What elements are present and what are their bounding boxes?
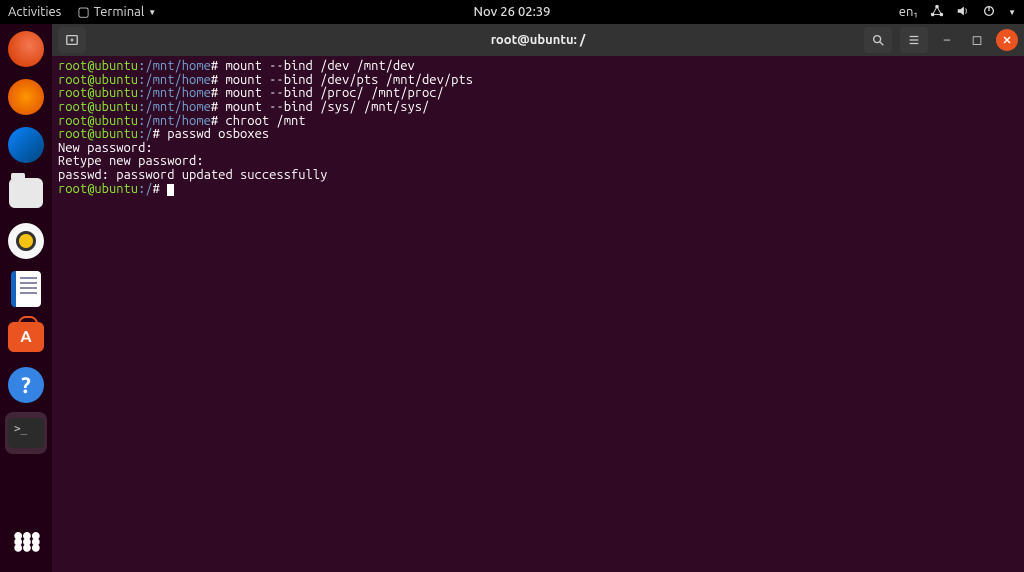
- thunderbird-icon: [8, 127, 44, 163]
- terminal-icon: >_: [8, 418, 44, 448]
- command-text: mount --bind /sys/ /mnt/sys/: [225, 100, 429, 114]
- input-source-indicator[interactable]: en₁: [899, 5, 918, 19]
- dock-writer[interactable]: [5, 268, 47, 310]
- prompt-user: root@ubuntu: [58, 100, 138, 114]
- window-titlebar: root@ubuntu: / – ◻: [52, 24, 1024, 56]
- maximize-button[interactable]: ◻: [966, 29, 988, 51]
- system-menu-chevron-icon[interactable]: ▼: [1008, 8, 1016, 17]
- prompt-path: :/: [138, 182, 153, 196]
- hamburger-menu-button[interactable]: [900, 27, 928, 53]
- ubuntu-logo-icon: [8, 31, 44, 67]
- dock-rhythmbox[interactable]: [5, 220, 47, 262]
- terminal-line: passwd: password updated successfully: [58, 169, 1018, 183]
- ubuntu-software-icon: [8, 322, 44, 352]
- dock: ? >_ ●●●●●●●●●: [0, 24, 52, 572]
- dock-help[interactable]: ?: [5, 364, 47, 406]
- cursor: [167, 184, 174, 196]
- prompt-path: :/: [138, 127, 153, 141]
- rhythmbox-icon: [8, 223, 44, 259]
- terminal-line: root@ubuntu:/mnt/home# mount --bind /dev…: [58, 60, 1018, 74]
- minimize-button[interactable]: –: [936, 29, 958, 51]
- clock[interactable]: Nov 26 02:39: [474, 5, 551, 19]
- dock-terminal[interactable]: >_: [5, 412, 47, 454]
- search-button[interactable]: [864, 27, 892, 53]
- terminal-glyph-icon: ▢: [77, 5, 89, 20]
- prompt-user: root@ubuntu: [58, 114, 138, 128]
- show-applications-button[interactable]: ●●●●●●●●●: [5, 520, 47, 562]
- dock-firefox[interactable]: [5, 76, 47, 118]
- app-menu[interactable]: ▢ Terminal ▼: [77, 5, 156, 20]
- terminal-line: root@ubuntu:/mnt/home# mount --bind /pro…: [58, 87, 1018, 101]
- files-icon: [9, 178, 43, 208]
- command-text: passwd osboxes: [167, 127, 269, 141]
- gnome-topbar: Activities ▢ Terminal ▼ Nov 26 02:39 en₁…: [0, 0, 1024, 24]
- terminal-line: root@ubuntu:/#: [58, 183, 1018, 197]
- command-text: mount --bind /dev/pts /mnt/dev/pts: [225, 73, 473, 87]
- prompt-path: :/mnt/home: [138, 86, 211, 100]
- terminal-line: root@ubuntu:/mnt/home# mount --bind /sys…: [58, 101, 1018, 115]
- app-menu-label: Terminal: [94, 5, 145, 19]
- chevron-down-icon: ▼: [148, 8, 156, 17]
- terminal-line: root@ubuntu:/mnt/home# mount --bind /dev…: [58, 74, 1018, 88]
- terminal-window: root@ubuntu: / – ◻ root@ubuntu:/mnt/home…: [52, 24, 1024, 572]
- prompt-path: :/mnt/home: [138, 114, 211, 128]
- terminal-line: root@ubuntu:/mnt/home# chroot /mnt: [58, 115, 1018, 129]
- libreoffice-writer-icon: [11, 271, 41, 307]
- command-text: chroot /mnt: [225, 114, 305, 128]
- window-title: root@ubuntu: /: [491, 33, 586, 47]
- terminal-line: Retype new password:: [58, 155, 1018, 169]
- prompt-path: :/mnt/home: [138, 100, 211, 114]
- prompt-user: root@ubuntu: [58, 86, 138, 100]
- prompt-user: root@ubuntu: [58, 182, 138, 196]
- terminal-viewport[interactable]: root@ubuntu:/mnt/home# mount --bind /dev…: [52, 56, 1024, 572]
- network-icon[interactable]: [930, 4, 944, 21]
- help-icon: ?: [8, 367, 44, 403]
- firefox-icon: [8, 79, 44, 115]
- terminal-line: New password:: [58, 142, 1018, 156]
- activities-button[interactable]: Activities: [8, 5, 61, 19]
- power-icon[interactable]: [982, 4, 996, 21]
- prompt-user: root@ubuntu: [58, 73, 138, 87]
- dock-files[interactable]: [5, 172, 47, 214]
- prompt-user: root@ubuntu: [58, 127, 138, 141]
- command-text: mount --bind /dev /mnt/dev: [225, 59, 414, 73]
- close-button[interactable]: [996, 29, 1018, 51]
- command-text: mount --bind /proc/ /mnt/proc/: [225, 86, 443, 100]
- prompt-path: :/mnt/home: [138, 73, 211, 87]
- volume-icon[interactable]: [956, 4, 970, 21]
- dock-software[interactable]: [5, 316, 47, 358]
- prompt-user: root@ubuntu: [58, 59, 138, 73]
- prompt-path: :/mnt/home: [138, 59, 211, 73]
- terminal-line: root@ubuntu:/# passwd osboxes: [58, 128, 1018, 142]
- dock-ubuntu[interactable]: [5, 28, 47, 70]
- new-tab-button[interactable]: [58, 27, 86, 53]
- dock-thunderbird[interactable]: [5, 124, 47, 166]
